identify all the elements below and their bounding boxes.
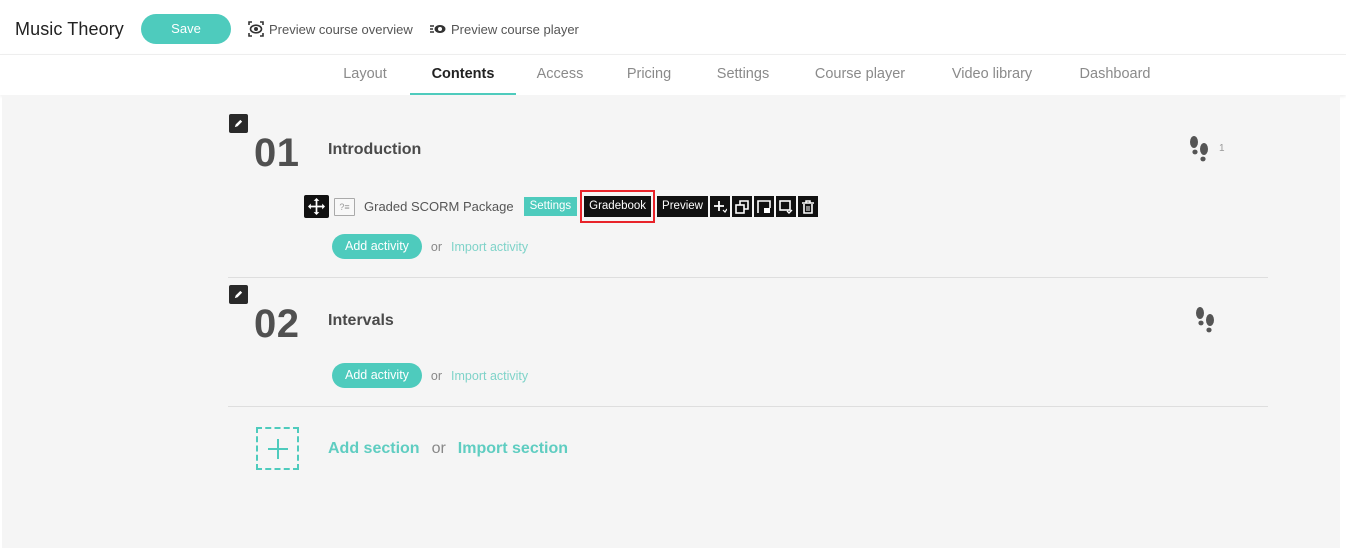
activity-row: ?≡ Graded SCORM Package Settings Gradebo… [304, 190, 818, 223]
tab-dashboard[interactable]: Dashboard [1064, 55, 1166, 95]
delete-button[interactable] [797, 196, 818, 217]
section-title[interactable]: Intervals [328, 312, 394, 330]
eye-list-icon [430, 25, 446, 33]
tab-pricing[interactable]: Pricing [606, 55, 692, 95]
steps-count: 1 [1219, 142, 1225, 154]
or-label: or [431, 439, 446, 457]
pencil-icon [234, 290, 243, 299]
move-handle[interactable] [304, 195, 329, 218]
copy-to-icon [757, 199, 771, 213]
pencil-icon [234, 119, 243, 128]
edit-section-button[interactable] [229, 114, 248, 133]
add-section-link[interactable]: Add section [328, 440, 420, 458]
preview-course-player-link[interactable]: Preview course player [430, 21, 579, 37]
tab-settings[interactable]: Settings [700, 55, 786, 95]
activity-name[interactable]: Graded SCORM Package [364, 199, 514, 214]
edit-section-button[interactable] [229, 285, 248, 304]
preview-course-overview-link[interactable]: Preview course overview [248, 21, 413, 37]
contents-panel [2, 95, 1340, 548]
preview-course-player-label: Preview course player [451, 21, 579, 37]
scorm-icon: ?≡ [334, 197, 355, 216]
activity-settings-button[interactable]: Settings [523, 197, 578, 216]
tab-layout[interactable]: Layout [322, 55, 408, 95]
move-to-button[interactable] [775, 196, 796, 217]
plus-icon [267, 438, 288, 459]
add-below-icon [713, 200, 727, 213]
add-activity-group: Add activity or Import activity [332, 363, 528, 388]
eye-scan-icon [248, 21, 264, 37]
insert-activity-button[interactable] [709, 196, 730, 217]
section-divider [228, 277, 1268, 278]
import-activity-link[interactable]: Import activity [451, 369, 528, 383]
footsteps-icon [1190, 136, 1208, 162]
section-steps: 1 [1188, 135, 1225, 163]
section-title[interactable]: Introduction [328, 141, 421, 159]
add-activity-button[interactable]: Add activity [332, 363, 422, 388]
tab-access[interactable]: Access [518, 55, 602, 95]
top-bar: Music Theory Save Preview course overvie… [0, 0, 1346, 54]
tab-contents[interactable]: Contents [410, 55, 516, 96]
or-label: or [430, 368, 443, 383]
add-activity-button[interactable]: Add activity [332, 234, 422, 259]
preview-course-overview-label: Preview course overview [269, 21, 413, 37]
section-steps [1194, 306, 1218, 334]
import-section-link[interactable]: Import section [458, 440, 568, 458]
save-button[interactable]: Save [141, 14, 231, 44]
copy-to-button[interactable] [753, 196, 774, 217]
course-title: Music Theory [15, 19, 124, 39]
gradebook-button[interactable]: Gradebook [584, 196, 652, 217]
section-number: 02 [254, 302, 300, 346]
add-section-box-button[interactable] [256, 427, 299, 470]
or-label: or [430, 239, 443, 254]
tab-video-library[interactable]: Video library [932, 55, 1052, 95]
duplicate-icon [735, 199, 749, 214]
move-to-icon [779, 199, 793, 214]
add-activity-group: Add activity or Import activity [332, 234, 528, 259]
tab-course-player[interactable]: Course player [800, 55, 920, 95]
duplicate-button[interactable] [731, 196, 752, 217]
activity-preview-button[interactable]: Preview [657, 196, 708, 217]
trash-icon [801, 199, 814, 214]
import-activity-link[interactable]: Import activity [451, 240, 528, 254]
section-number: 01 [254, 131, 300, 175]
add-section-group: Add section or Import section [256, 427, 568, 470]
footsteps-icon [1196, 307, 1214, 333]
move-arrows-icon [308, 198, 325, 215]
section-divider [228, 406, 1268, 407]
tab-bar: Layout Contents Access Pricing Settings … [0, 54, 1346, 96]
gradebook-highlight: Gradebook [580, 190, 656, 223]
